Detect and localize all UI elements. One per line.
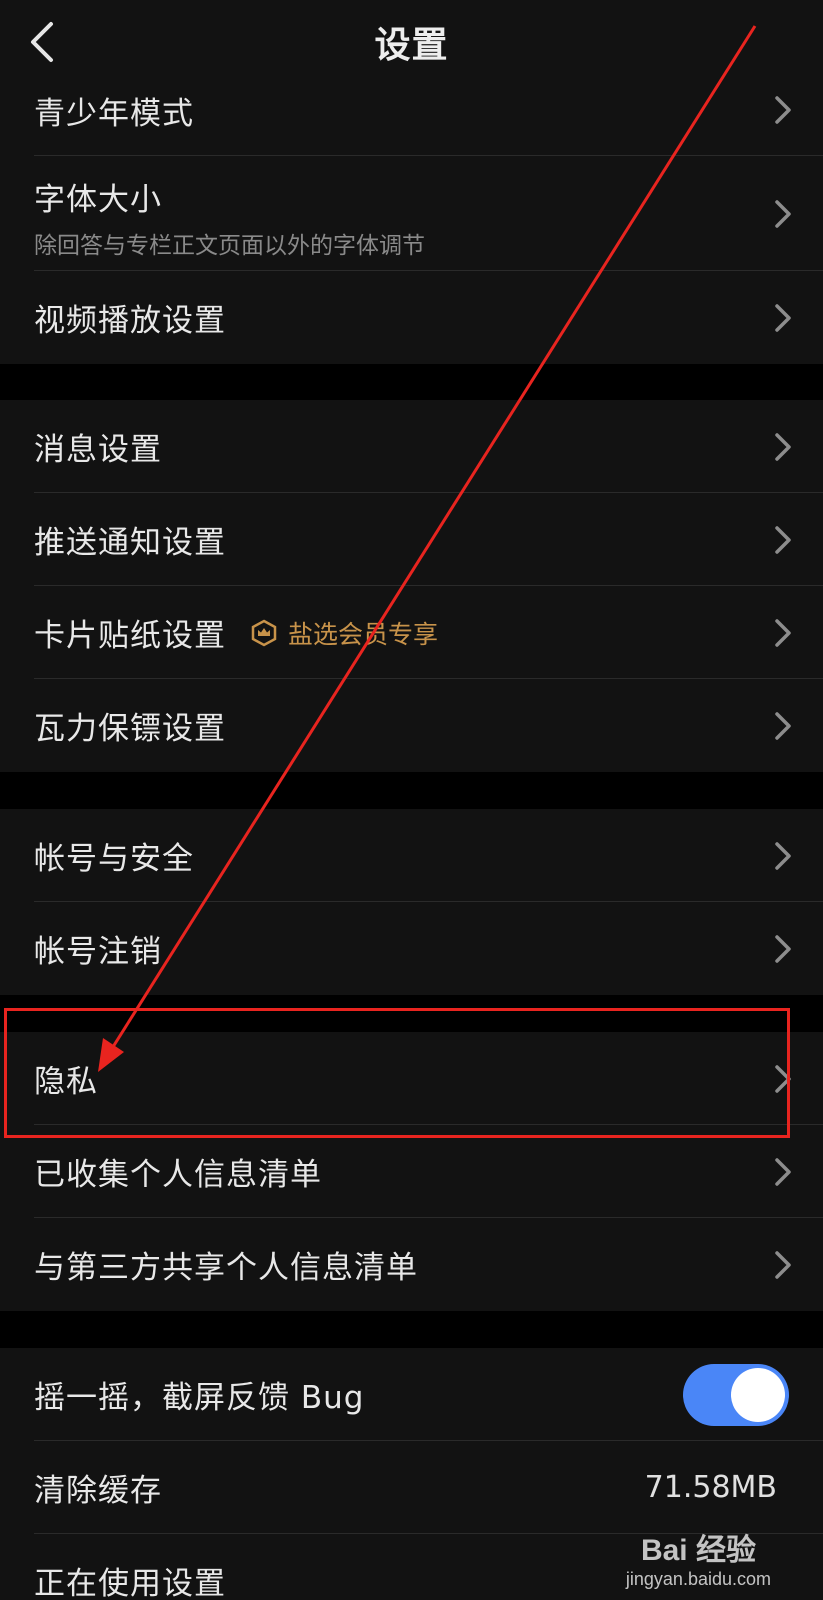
shake-feedback-toggle[interactable] bbox=[683, 1364, 789, 1426]
toggle-knob bbox=[731, 1368, 785, 1422]
row-label: 与第三方共享个人信息清单 bbox=[34, 1250, 418, 1286]
settings-group-privacy: 隐私 已收集个人信息清单 与第三方共享个人信息清单 bbox=[0, 1032, 823, 1311]
member-badge: 盐选会员专享 bbox=[250, 586, 438, 679]
chevron-right-icon bbox=[775, 1250, 791, 1279]
settings-group-display: 青少年模式 字体大小 除回答与专栏正文页面以外的字体调节 视频播放设置 bbox=[0, 84, 823, 364]
watermark-url: jingyan.baidu.com bbox=[625, 1569, 771, 1589]
chevron-right-icon bbox=[775, 934, 791, 963]
watermark-logo: Bai 经验 bbox=[640, 1534, 756, 1567]
chevron-right-icon bbox=[775, 525, 791, 554]
cache-size: 71.58MB bbox=[644, 1470, 777, 1505]
page-title: 设置 bbox=[374, 25, 449, 66]
row-account-deletion[interactable]: 帐号注销 bbox=[0, 902, 823, 995]
row-message-settings[interactable]: 消息设置 bbox=[0, 400, 823, 493]
row-card-sticker[interactable]: 卡片贴纸设置 盐选会员专享 bbox=[0, 586, 823, 679]
row-teen-mode[interactable]: 青少年模式 bbox=[0, 84, 823, 156]
chevron-right-icon bbox=[775, 303, 791, 332]
row-privacy[interactable]: 隐私 bbox=[0, 1032, 823, 1125]
row-shake-feedback: 摇一摇，截屏反馈 Bug bbox=[0, 1348, 823, 1441]
watermark: Bai 经验 jingyan.baidu.com bbox=[626, 1525, 771, 1590]
nav-bar: 设置 bbox=[0, 0, 823, 84]
row-bodyguard[interactable]: 瓦力保镖设置 bbox=[0, 679, 823, 772]
row-label: 帐号注销 bbox=[34, 934, 162, 970]
badge-label: 盐选会员专享 bbox=[288, 619, 439, 649]
row-third-party-sharing-list[interactable]: 与第三方共享个人信息清单 bbox=[0, 1218, 823, 1311]
crown-shield-icon bbox=[251, 619, 277, 646]
row-label: 隐私 bbox=[34, 1064, 98, 1100]
chevron-right-icon bbox=[775, 841, 791, 870]
row-subtitle: 除回答与专栏正文页面以外的字体调节 bbox=[34, 233, 425, 259]
settings-group-notifications: 消息设置 推送通知设置 卡片贴纸设置 盐选会员专享 瓦力保镖设置 bbox=[0, 400, 823, 772]
row-label: 正在使用设置 bbox=[34, 1566, 226, 1600]
row-label: 已收集个人信息清单 bbox=[34, 1157, 322, 1193]
row-label: 字体大小 bbox=[34, 182, 162, 218]
row-account-security[interactable]: 帐号与安全 bbox=[0, 809, 823, 902]
chevron-right-icon bbox=[775, 1064, 791, 1093]
row-clear-cache[interactable]: 清除缓存 71.58MB bbox=[0, 1441, 823, 1534]
row-label: 视频播放设置 bbox=[34, 303, 226, 339]
chevron-right-icon bbox=[775, 199, 791, 228]
chevron-right-icon bbox=[775, 618, 791, 647]
row-collected-info-list[interactable]: 已收集个人信息清单 bbox=[0, 1125, 823, 1218]
row-label: 卡片贴纸设置 bbox=[34, 618, 226, 654]
row-label: 摇一摇，截屏反馈 Bug bbox=[34, 1380, 365, 1416]
chevron-right-icon bbox=[775, 432, 791, 461]
row-label: 帐号与安全 bbox=[34, 841, 194, 877]
row-push-notifications[interactable]: 推送通知设置 bbox=[0, 493, 823, 586]
row-video-playback[interactable]: 视频播放设置 bbox=[0, 271, 823, 364]
row-label: 消息设置 bbox=[34, 432, 162, 468]
row-label: 青少年模式 bbox=[34, 95, 194, 132]
row-label: 清除缓存 bbox=[34, 1473, 162, 1509]
chevron-right-icon bbox=[775, 1157, 791, 1186]
row-font-size[interactable]: 字体大小 除回答与专栏正文页面以外的字体调节 bbox=[0, 156, 823, 271]
settings-group-account: 帐号与安全 帐号注销 bbox=[0, 809, 823, 995]
row-label: 推送通知设置 bbox=[34, 525, 226, 561]
row-label: 瓦力保镖设置 bbox=[34, 711, 226, 747]
chevron-right-icon bbox=[775, 711, 791, 740]
chevron-right-icon bbox=[775, 96, 791, 124]
